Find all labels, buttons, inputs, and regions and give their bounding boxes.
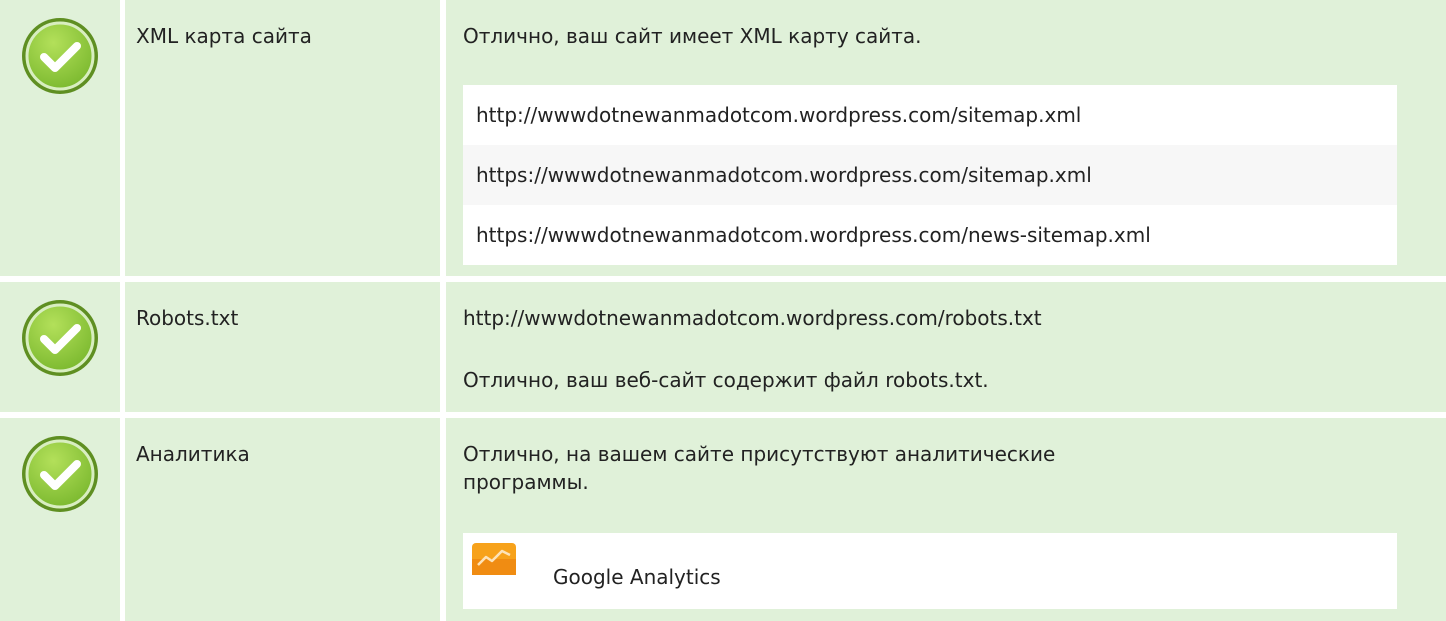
analytics-tool-item: Google Analytics [463, 533, 1397, 609]
analytics-tool-name: Google Analytics [553, 565, 721, 589]
status-cell [0, 0, 120, 276]
row-xml-sitemap: XML карта сайта Отлично, ваш сайт имеет … [0, 0, 1446, 276]
row-robots-txt: Robots.txt http://wwwdotnewanmadotcom.wo… [0, 282, 1446, 412]
content-cell: Отлично, на вашем сайте присутствуют ана… [446, 418, 1446, 621]
row-label: Robots.txt [136, 306, 239, 330]
content-cell: http://wwwdotnewanmadotcom.wordpress.com… [446, 282, 1446, 412]
status-cell [0, 418, 120, 621]
status-text: Отлично, ваш веб-сайт содержит файл robo… [463, 368, 989, 392]
google-analytics-icon [472, 543, 516, 575]
list-item: http://wwwdotnewanmadotcom.wordpress.com… [463, 85, 1397, 145]
check-circle-icon [22, 436, 98, 512]
status-cell [0, 282, 120, 412]
row-analytics: Аналитика Отлично, на вашем сайте присут… [0, 418, 1446, 621]
status-text: Отлично, ваш сайт имеет XML карту сайта. [463, 24, 922, 48]
check-circle-icon [22, 300, 98, 376]
robots-url: http://wwwdotnewanmadotcom.wordpress.com… [463, 306, 1042, 330]
label-cell: XML карта сайта [125, 0, 440, 276]
seo-results-table: XML карта сайта Отлично, ваш сайт имеет … [0, 0, 1446, 621]
label-cell: Аналитика [125, 418, 440, 621]
row-label: Аналитика [136, 442, 250, 466]
label-cell: Robots.txt [125, 282, 440, 412]
list-item: https://wwwdotnewanmadotcom.wordpress.co… [463, 205, 1397, 265]
check-circle-icon [22, 18, 98, 94]
status-text: Отлично, на вашем сайте присутствуют ана… [463, 442, 1056, 494]
sitemap-list: http://wwwdotnewanmadotcom.wordpress.com… [463, 85, 1397, 265]
content-cell: Отлично, ваш сайт имеет XML карту сайта.… [446, 0, 1446, 276]
row-label: XML карта сайта [136, 24, 312, 48]
list-item: https://wwwdotnewanmadotcom.wordpress.co… [463, 145, 1397, 205]
